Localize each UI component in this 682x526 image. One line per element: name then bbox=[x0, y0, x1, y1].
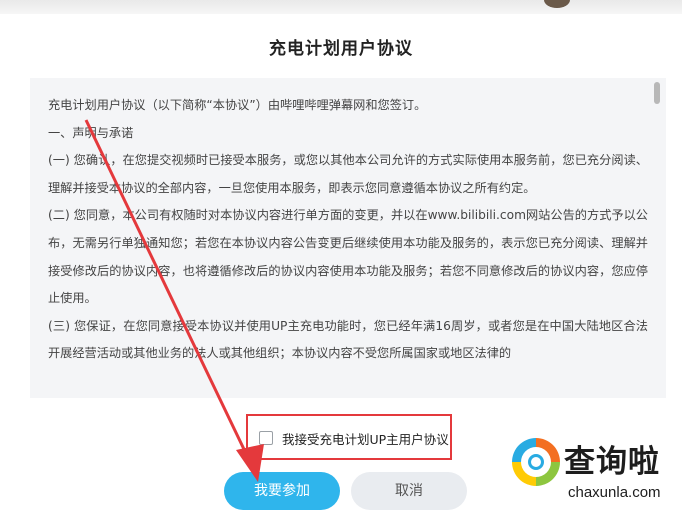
agree-highlight-box: 我接受充电计划UP主用户协议 bbox=[246, 414, 452, 460]
agreement-text: 充电计划用户协议（以下简称“本协议”）由哔哩哔哩弹幕网和您签订。 一、声明与承诺… bbox=[48, 92, 648, 368]
watermark-name-cn: 查询啦 bbox=[564, 444, 660, 480]
agreement-paragraph: (三) 您保证，在您同意接受本协议并使用UP主充电功能时，您已经年满16周岁，或… bbox=[48, 318, 648, 361]
join-button[interactable]: 我要参加 bbox=[224, 472, 340, 510]
watermark: 查询啦 chaxunla.com bbox=[506, 432, 682, 526]
agreement-text-area[interactable]: 充电计划用户协议（以下简称“本协议”）由哔哩哔哩弹幕网和您签订。 一、声明与承诺… bbox=[30, 78, 666, 398]
watermark-name-en: chaxunla.com bbox=[568, 484, 661, 501]
agreement-paragraph: 充电计划用户协议（以下简称“本协议”）由哔哩哔哩弹幕网和您签订。 bbox=[48, 98, 427, 112]
agree-checkbox[interactable] bbox=[259, 431, 273, 445]
agreement-paragraph: (一) 您确认，在您提交视频时已接受本服务，或您以其他本公司允许的方式实际使用本… bbox=[48, 153, 648, 195]
top-background-strip bbox=[0, 0, 682, 14]
scrollbar-thumb[interactable] bbox=[654, 82, 660, 104]
dialog-title: 充电计划用户协议 bbox=[269, 39, 413, 59]
agreement-paragraph: (二) 您同意，本公司有权随时对本协议内容进行单方面的变更，并以在www.bil… bbox=[48, 208, 648, 306]
cancel-button[interactable]: 取消 bbox=[351, 472, 467, 510]
agreement-paragraph: 一、声明与承诺 bbox=[48, 125, 134, 140]
agree-checkbox-label[interactable]: 我接受充电计划UP主用户协议 bbox=[282, 429, 449, 448]
chaxunla-logo-icon bbox=[512, 438, 560, 486]
